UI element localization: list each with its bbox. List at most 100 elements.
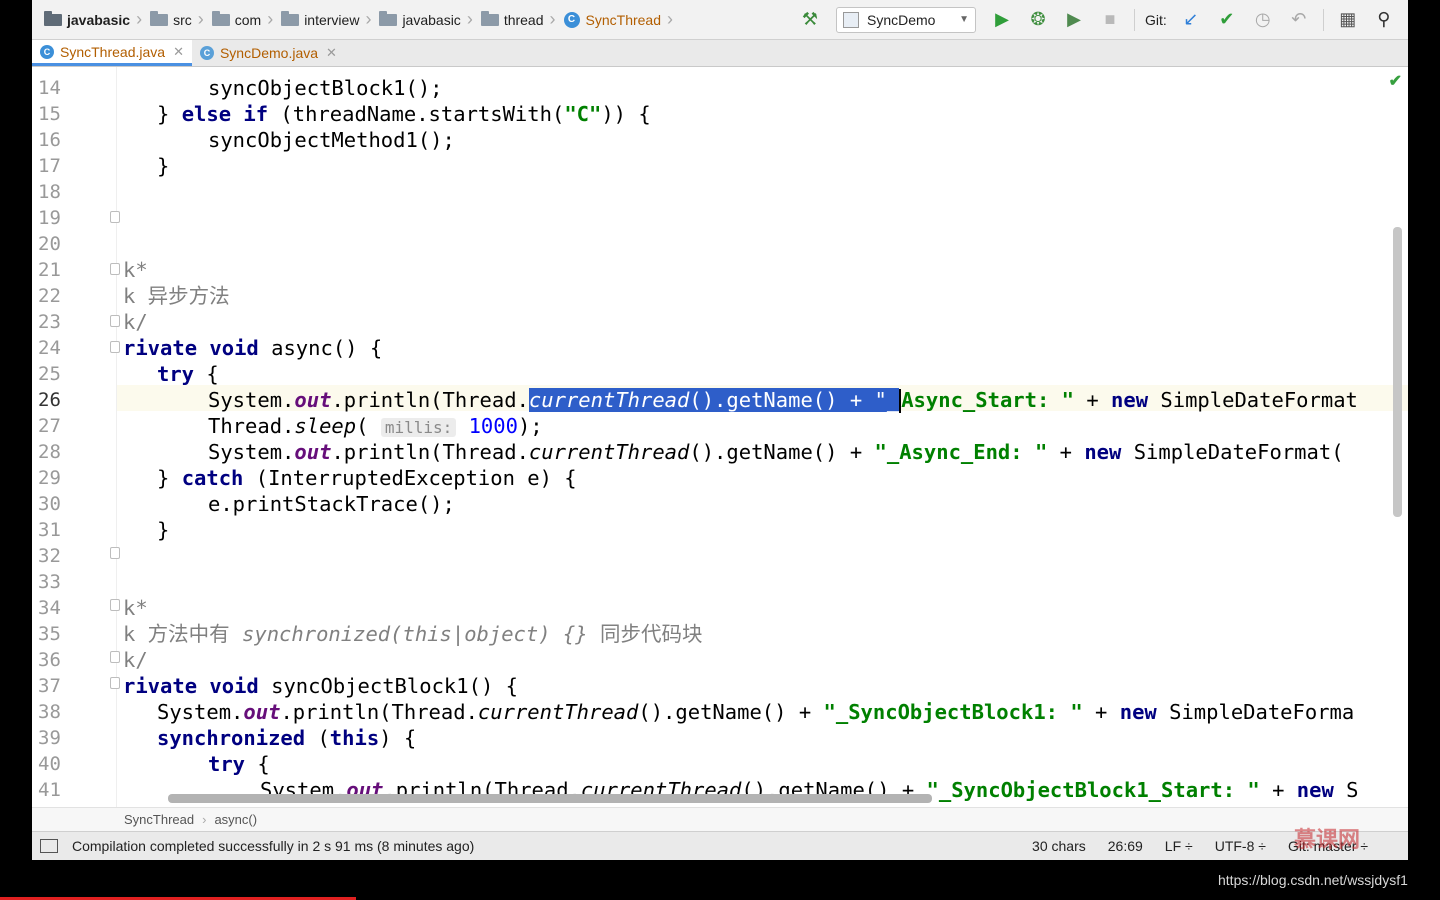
package-icon (379, 10, 398, 26)
git-label: Git: (1145, 11, 1167, 28)
horizontal-scrollbar[interactable] (168, 794, 932, 803)
line-number: 27 (38, 415, 61, 437)
fold-marker[interactable] (110, 315, 120, 327)
git-history-icon[interactable]: ◷ (1250, 7, 1276, 33)
caret-position[interactable]: 26:69 (1108, 838, 1143, 854)
run-config-icon (843, 11, 859, 28)
code-line-21: k* (123, 258, 148, 282)
code-editor[interactable]: 14 15 16 17 18 19 20 21 22 23 24 25 26 27 28 29 30 31 32 33… (32, 67, 1408, 807)
text-selection[interactable]: currentThread().getName() + "_ (528, 388, 900, 412)
code-line-30: e.printStackTrace(); (208, 492, 455, 516)
line-number: 26 (38, 389, 61, 411)
chevron-right-icon: › (549, 9, 556, 29)
editor-crumb-class[interactable]: SyncThread (124, 812, 194, 827)
line-number: 22 (38, 285, 61, 307)
search-icon[interactable]: ⚲ (1371, 7, 1397, 33)
url-watermark: https://blog.csdn.net/wssjdysf1 (1218, 872, 1408, 888)
selection-count: 30 chars (1032, 838, 1086, 854)
code-line-23: k/ (123, 310, 148, 334)
ide-window: javabasic › src › com › interview › javabasi… (32, 0, 1408, 860)
code-line-35: k 方法中有 synchronized(this|object) {} 同步代码… (123, 622, 703, 646)
run-configuration-select[interactable]: SyncDemo ▼ (836, 6, 976, 33)
editor-crumb-method[interactable]: async() (214, 812, 257, 827)
line-number: 19 (38, 207, 61, 229)
git-commit-icon[interactable]: ✔ (1214, 7, 1240, 33)
line-number: 21 (38, 259, 61, 281)
line-number: 38 (38, 701, 61, 723)
file-encoding[interactable]: UTF-8 ÷ (1215, 838, 1266, 854)
close-icon[interactable]: ✕ (173, 44, 184, 60)
line-number: 14 (38, 77, 61, 99)
code-line-29: } catch (InterruptedException e) { (157, 466, 577, 490)
navigation-bar: javabasic › src › com › interview › javabasi… (32, 0, 1408, 40)
fold-marker[interactable] (110, 341, 120, 353)
line-number: 35 (38, 623, 61, 645)
line-number: 36 (38, 649, 61, 671)
line-number: 25 (38, 363, 61, 385)
debug-bug-icon[interactable]: ❂ (1025, 7, 1051, 33)
tab-syncthread[interactable]: C SyncThread.java ✕ (32, 40, 192, 66)
toolbar-divider (1134, 8, 1135, 31)
module-folder-icon (44, 10, 62, 26)
code-line-38: System.out.println(Thread.currentThread(… (157, 700, 1355, 724)
close-icon[interactable]: ✕ (326, 45, 337, 61)
line-number: 17 (38, 155, 61, 177)
code-line-31: } (157, 518, 170, 542)
line-number: 30 (38, 493, 61, 515)
crumb-thread[interactable]: thread › (480, 0, 564, 39)
code-line-28: System.out.println(Thread.currentThread(… (208, 440, 1344, 464)
fold-marker[interactable] (110, 211, 120, 223)
line-number: 41 (38, 779, 61, 801)
fold-marker[interactable] (110, 263, 120, 275)
crumb-javabasic[interactable]: javabasic › (379, 0, 480, 39)
class-icon: C (40, 44, 54, 59)
fold-marker[interactable] (110, 677, 120, 689)
coverage-icon[interactable]: ▶ (1061, 7, 1087, 33)
breadcrumb: javabasic › src › com › interview › javabasi… (32, 0, 681, 39)
vertical-scrollbar[interactable] (1393, 227, 1402, 517)
class-icon: C (563, 11, 580, 28)
crumb-interview[interactable]: interview › (281, 0, 379, 39)
editor-tabs: C SyncThread.java ✕ C SyncDemo.java ✕ (32, 40, 1408, 67)
code-line-37: rivate void syncObjectBlock1() { (123, 674, 518, 698)
code-line-22: k 异步方法 (123, 284, 230, 308)
line-number: 39 (38, 727, 61, 749)
line-number: 33 (38, 571, 61, 593)
chevron-right-icon: › (466, 9, 473, 29)
crumb-module[interactable]: javabasic › (44, 0, 150, 39)
line-number: 18 (38, 181, 61, 203)
git-revert-icon[interactable]: ↶ (1286, 7, 1312, 33)
toolbar: ⚒ SyncDemo ▼ ▶ ❂ ▶ ■ Git: ↙ ✔ ◷ ↶ ▦ ⚲ (792, 0, 1402, 39)
code-line-27: Thread.sleep( millis: 1000); (208, 414, 543, 438)
code-line-16: syncObjectMethod1(); (208, 128, 455, 152)
folder-icon (150, 10, 169, 26)
fold-marker[interactable] (110, 599, 120, 611)
package-icon (480, 10, 499, 26)
crumb-com[interactable]: com › (211, 0, 281, 39)
git-update-icon[interactable]: ↙ (1178, 7, 1204, 33)
code-line-15: } else if (threadName.startsWith("C")) { (157, 102, 651, 126)
line-number: 37 (38, 675, 61, 697)
chevron-right-icon: › (667, 9, 673, 29)
project-structure-icon[interactable]: ▦ (1335, 7, 1361, 33)
line-number: 32 (38, 545, 61, 567)
line-separator[interactable]: LF ÷ (1165, 838, 1193, 854)
run-icon[interactable]: ▶ (989, 7, 1015, 33)
watermark-logo: 慕课网 (1294, 827, 1361, 852)
parameter-hint: millis: (380, 418, 457, 437)
status-bar: Compilation completed successfully in 2 … (32, 831, 1408, 860)
inspection-ok-icon[interactable]: ✔ (1389, 71, 1402, 91)
fold-marker[interactable] (110, 651, 120, 663)
fold-marker[interactable] (110, 547, 120, 559)
tool-windows-icon[interactable] (40, 839, 58, 853)
build-hammer-icon[interactable]: ⚒ (797, 7, 823, 33)
line-number: 40 (38, 753, 61, 775)
editor-breadcrumb: SyncThread › async() (32, 807, 1408, 831)
stop-icon[interactable]: ■ (1097, 7, 1123, 33)
line-number: 16 (38, 129, 61, 151)
code-line-26: System.out.println(Thread.currentThread(… (208, 388, 1358, 413)
crumb-src[interactable]: src › (150, 0, 212, 39)
chevron-down-icon: ▼ (959, 14, 969, 25)
crumb-class[interactable]: C SyncThread › (563, 0, 681, 39)
tab-syncdemo[interactable]: C SyncDemo.java ✕ (192, 40, 345, 66)
